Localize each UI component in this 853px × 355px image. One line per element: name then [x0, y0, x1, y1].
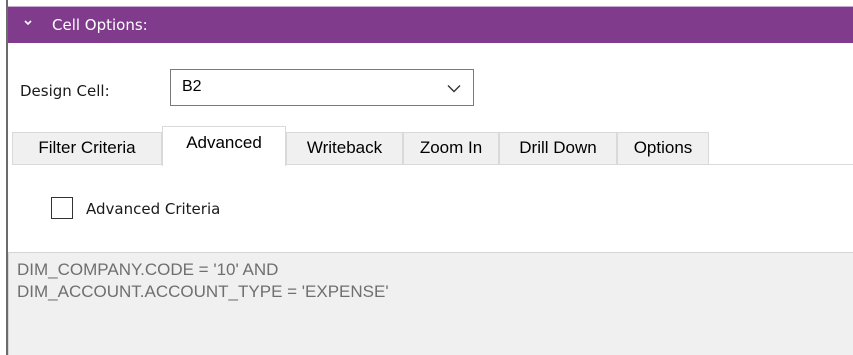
- tab-filter-criteria[interactable]: Filter Criteria: [12, 132, 162, 164]
- design-cell-value: B2: [182, 78, 202, 95]
- chevron-down-icon[interactable]: [20, 15, 36, 31]
- advanced-criteria-textarea[interactable]: DIM_COMPANY.CODE = '10' AND DIM_ACCOUNT.…: [8, 252, 853, 355]
- cell-options-tabs: Filter Criteria Advanced Writeback Zoom …: [12, 126, 853, 166]
- criteria-line: DIM_ACCOUNT.ACCOUNT_TYPE = 'EXPENSE': [17, 282, 389, 301]
- cell-options-title: Cell Options:: [52, 16, 148, 34]
- chevron-down-icon[interactable]: [447, 84, 461, 93]
- criteria-line: DIM_COMPANY.CODE = '10' AND: [17, 260, 279, 279]
- advanced-criteria-label: Advanced Criteria: [86, 200, 221, 218]
- advanced-criteria-checkbox[interactable]: [51, 197, 73, 219]
- tab-drill-down[interactable]: Drill Down: [499, 132, 617, 164]
- tab-advanced[interactable]: Advanced: [162, 126, 286, 166]
- tab-zoom-in[interactable]: Zoom In: [403, 132, 499, 164]
- cell-options-header[interactable]: Cell Options:: [8, 6, 853, 43]
- tab-options[interactable]: Options: [617, 132, 709, 164]
- design-cell-label: Design Cell:: [20, 82, 110, 100]
- tab-writeback[interactable]: Writeback: [286, 132, 403, 164]
- criteria-text: DIM_COMPANY.CODE = '10' AND DIM_ACCOUNT.…: [9, 253, 853, 303]
- cell-options-panel: Cell Options: Design Cell: B2 Filter Cri…: [6, 0, 853, 355]
- tab-baseline: [12, 164, 853, 165]
- design-cell-select[interactable]: B2: [170, 69, 474, 106]
